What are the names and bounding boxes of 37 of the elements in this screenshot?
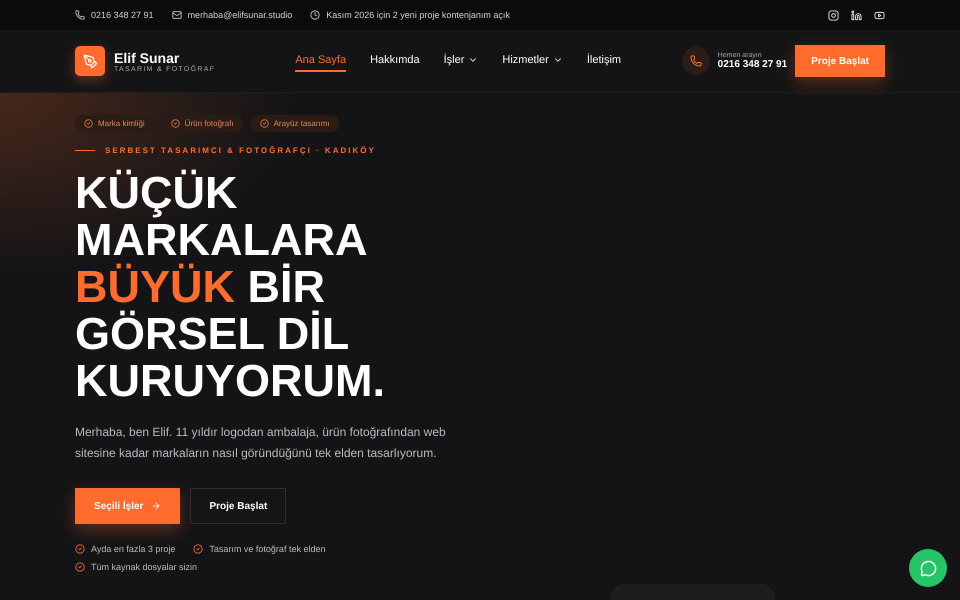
check-icon [84,119,93,128]
email-text: merhaba@elifsunar.studio [172,10,292,20]
nav-link[interactable]: Hakkımda [370,50,420,72]
mail-icon [172,10,182,20]
nav-link[interactable]: İletişim [586,50,622,72]
phone-text: 0216 348 27 91 [75,10,154,20]
tag: Ürün fotoğrafı [162,115,243,132]
notice-text: Kasım 2026 için 2 yeni proje kontenjanım açık [310,10,510,20]
perk-item: Tasarım ve fotoğraf tek elden [193,544,326,554]
nav-link[interactable]: Hizmetler [502,50,563,72]
eyebrow-text: SERBEST TASARIMCI & FOTOĞRAFÇI · KADIKÖY [105,146,376,155]
youtube-icon[interactable] [874,10,885,20]
check-icon [260,119,269,128]
call-number: 0216 348 27 91 [718,59,788,70]
check-icon [193,544,204,554]
intro-text: Merhaba, ben Elif. 11 yıldır logodan ambalaja, ürün fotoğrafından web sitesine kadar markaların nasıl göründüğünü tek elden tasarlıyorum. [75,424,447,462]
headline-word: KÜÇÜK [75,167,238,218]
instagram-icon[interactable] [828,10,839,20]
chat-button[interactable] [909,549,947,587]
tag: Marka kimliği [75,115,154,132]
nav-link[interactable]: Ana Sayfa [295,50,346,72]
chat-bubble-icon [920,560,936,576]
check-icon [75,544,85,554]
nav-link[interactable]: İşler [444,50,478,72]
cta-button[interactable]: Proje Başlat [190,488,286,524]
perk-item: Ayda en fazla 3 proje [75,544,176,554]
phone-icon [75,10,85,20]
logo-icon[interactable] [75,46,105,76]
arrow-right-icon [151,501,162,511]
perk-item: Tüm kaynak dosyalar sizin [75,562,198,572]
tag: Arayüz tasarımı [250,115,339,132]
linkedin-icon[interactable] [851,10,862,20]
check-icon [170,119,180,128]
clock-icon [310,10,320,20]
brand-name: Elif Sunar [114,50,180,66]
phone-icon [682,47,710,75]
check-icon [75,562,85,572]
